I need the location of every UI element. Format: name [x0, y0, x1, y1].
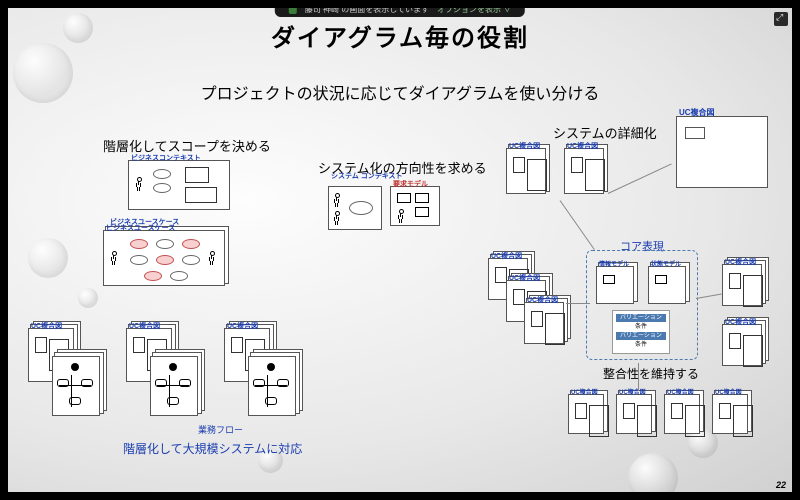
label: システム コンテキスト: [331, 171, 403, 181]
diagram-uc: UC複合図: [712, 394, 748, 434]
diagram-uc-composite-large: UC複合図: [676, 116, 768, 188]
variation-table: バリエーション 条件 バリエーション 条件: [612, 310, 670, 354]
heading-consistency: 整合性を維持する: [603, 365, 699, 382]
decoration-bubble: [28, 238, 68, 278]
connector: [638, 363, 639, 391]
slide: 藤司 神崎 の画面を表示しています オプションを表示 ∨ ダイアグラム毎の役割 …: [8, 8, 792, 492]
diagram-info-model: 情報モデル: [596, 266, 634, 304]
decoration-bubble: [628, 453, 678, 492]
sharing-bar: 藤司 神崎 の画面を表示しています オプションを表示 ∨: [275, 8, 525, 17]
label: 要求モデル: [393, 179, 428, 189]
sharing-icon: [289, 8, 297, 14]
label: UC複合図: [679, 107, 715, 118]
connector: [566, 303, 590, 304]
decoration-bubble: [13, 43, 73, 103]
diagram-uc: UC複合図: [722, 324, 762, 366]
diagram-business-context: ビジネスコンテキスト: [128, 160, 230, 210]
diagram-uc: UC複合図: [564, 148, 604, 194]
page-number: 22: [776, 480, 786, 490]
diagram-uc: UC複合図: [568, 394, 604, 434]
diagram-uc: UC複合図: [524, 302, 564, 344]
sharing-text: 藤司 神崎 の画面を表示しています: [305, 8, 429, 15]
connector: [696, 293, 722, 298]
options-button[interactable]: オプションを表示 ∨: [437, 8, 511, 15]
decoration-bubble: [63, 13, 93, 43]
diagram-uc: UC複合図: [506, 148, 546, 194]
heading-detail: システムの詳細化: [553, 123, 657, 142]
diagram-system-context: システム コンテキスト: [328, 186, 382, 230]
decoration-bubble: [78, 288, 98, 308]
label: ビジネスユースケース: [110, 217, 179, 227]
diagram-uc: UC複合図: [722, 264, 762, 306]
diagram-state-model: 状態モデル: [648, 266, 686, 304]
connector: [608, 163, 672, 193]
label-flow: 業務フロー: [198, 423, 243, 436]
slide-subtitle: プロジェクトの状況に応じてダイアグラムを使い分ける: [201, 80, 600, 104]
slide-title: ダイアグラム毎の役割: [271, 18, 529, 53]
expand-icon[interactable]: [774, 12, 788, 26]
diagram-uc: UC複合図: [616, 394, 652, 434]
connector: [560, 200, 595, 250]
heading-hierarchical: 階層化して大規模システムに対応: [123, 440, 302, 457]
diagram-uc: UC複合図: [664, 394, 700, 434]
diagram-business-usecase: ビジネスユースケース ビジネスユースケース: [103, 230, 225, 286]
label: ビジネスコンテキスト: [131, 153, 201, 163]
diagram-requirement-model: 要求モデル: [390, 186, 440, 226]
